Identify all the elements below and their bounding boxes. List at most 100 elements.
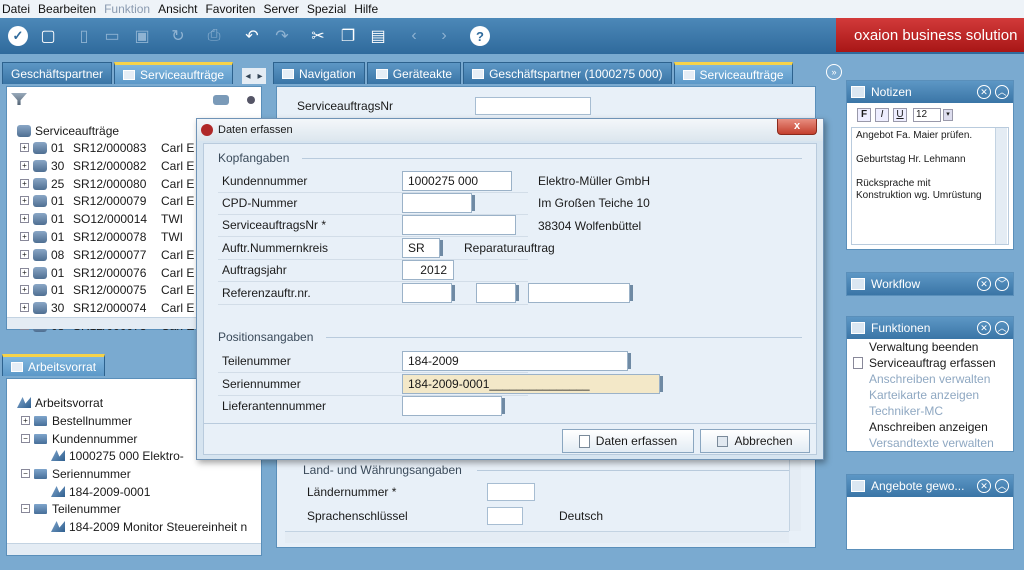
close-icon[interactable]: ✕ (977, 85, 991, 99)
menu-bearbeiten[interactable]: Bearbeiten (38, 2, 96, 16)
tree-leaf-customer[interactable]: 1000275 000 Elektro- (51, 447, 184, 464)
tree-root[interactable]: Serviceaufträge (17, 122, 119, 139)
collapse-icon[interactable]: − (21, 469, 30, 478)
tree-leaf-serial[interactable]: 184-2009-0001 (51, 483, 150, 500)
tab-serviceauftraege[interactable]: Serviceaufträge (114, 62, 234, 84)
country-number-field[interactable] (487, 483, 535, 501)
tab-scroll-left-icon[interactable]: ◂ (242, 68, 254, 84)
collapse-icon[interactable]: ︿ (995, 479, 1009, 493)
save-icon[interactable]: ▣ (130, 24, 154, 48)
tab-geschaeftspartner[interactable]: Geschäftspartner (2, 62, 113, 84)
order-year-input[interactable]: 2012 (402, 260, 454, 280)
reference-order-input-2[interactable] (476, 283, 519, 303)
menu-funktion[interactable]: Funktion (104, 2, 150, 16)
cancel-button[interactable]: Abbrechen (700, 429, 810, 453)
cut-icon[interactable]: ✂ (306, 24, 330, 48)
tree-node-teilenummer[interactable]: − Teilenummer (21, 500, 121, 517)
close-button[interactable]: x (777, 119, 817, 135)
expand-icon[interactable]: ﹀ (995, 277, 1009, 291)
workqueue-root[interactable]: Arbeitsvorrat (17, 394, 103, 411)
expand-icon[interactable]: + (20, 250, 29, 259)
close-icon[interactable]: ✕ (977, 321, 991, 335)
expand-icon[interactable]: + (20, 179, 29, 188)
new-doc-icon[interactable]: ▯ (72, 24, 96, 48)
fn-verwaltung-beenden[interactable]: Verwaltung beenden (847, 339, 1013, 355)
expand-icon[interactable]: + (20, 214, 29, 223)
redo-icon[interactable]: ↷ (270, 24, 294, 48)
open-icon[interactable]: ▭ (100, 24, 124, 48)
service-order-number-input[interactable] (402, 215, 516, 235)
language-key-field[interactable] (487, 507, 523, 525)
tree-row[interactable]: +01 SR12/000079 Carl E (20, 192, 196, 209)
fn-serviceauftrag-erfassen[interactable]: Serviceauftrag erfassen (847, 355, 1013, 371)
expand-icon[interactable]: + (20, 232, 29, 241)
collapse-sidebar-icon[interactable]: » (826, 64, 842, 80)
font-size-select[interactable]: 12 (913, 108, 941, 122)
fn-anschreiben-anzeigen[interactable]: Anschreiben anzeigen (847, 419, 1013, 435)
fn-techniker-mc[interactable]: Techniker-MC (847, 403, 1013, 419)
workflow-header[interactable]: Workflow ✕ ﹀ (847, 273, 1013, 295)
menu-favoriten[interactable]: Favoriten (205, 2, 255, 16)
dialog-titlebar[interactable]: Daten erfassen (197, 119, 823, 141)
ok-icon[interactable]: ✓ (6, 24, 30, 48)
tab-scroll-right-icon[interactable]: ▸ (254, 68, 266, 84)
serial-number-input[interactable]: 184-2009-0001_______________ (402, 374, 663, 394)
undo-icon[interactable]: ↶ (240, 24, 264, 48)
chevron-down-icon[interactable]: ▾ (943, 109, 953, 121)
tree-row[interactable]: +25 SR12/000080 Carl E (20, 175, 196, 192)
expand-icon[interactable]: + (20, 268, 29, 277)
notes-text[interactable]: Angebot Fa. Maier prüfen. Geburtstag Hr.… (851, 127, 1009, 245)
expand-icon[interactable]: + (20, 196, 29, 205)
help-icon[interactable]: ? (468, 24, 492, 48)
expand-icon[interactable]: + (20, 285, 29, 294)
menu-server[interactable]: Server (263, 2, 298, 16)
reference-order-input-1[interactable] (402, 283, 455, 303)
italic-button[interactable]: I (875, 108, 889, 122)
cpd-number-input[interactable] (402, 193, 475, 213)
fn-anschreiben-verwalten[interactable]: Anschreiben verwalten (847, 371, 1013, 387)
refresh-tree-icon[interactable] (213, 95, 229, 105)
tree-leaf-part[interactable]: 184-2009 Monitor Steuereinheit n (51, 518, 261, 535)
tree-row[interactable]: +01 SR12/000076 Carl E (20, 264, 196, 281)
tree-node-bestellnummer[interactable]: + Bestellnummer (21, 412, 132, 429)
tab-arbeitsvorrat[interactable]: Arbeitsvorrat (2, 354, 106, 376)
underline-button[interactable]: U (893, 108, 907, 122)
menu-hilfe[interactable]: Hilfe (354, 2, 378, 16)
menu-ansicht[interactable]: Ansicht (158, 2, 197, 16)
collapse-icon[interactable]: − (21, 504, 30, 513)
collapse-icon[interactable]: ︿ (995, 85, 1009, 99)
collapse-icon[interactable]: − (21, 434, 30, 443)
form-horizontal-scrollbar[interactable] (285, 531, 789, 543)
expand-icon[interactable]: + (20, 143, 29, 152)
order-number-field[interactable] (475, 97, 591, 115)
workqueue-horizontal-scrollbar[interactable] (7, 543, 261, 555)
close-icon[interactable]: ✕ (977, 479, 991, 493)
tree-row[interactable]: +01 SR12/000075 Carl E (20, 281, 196, 298)
tree-row[interactable]: +30 SR12/000074 Carl E (20, 299, 196, 316)
expand-icon[interactable]: + (20, 161, 29, 170)
customer-number-input[interactable]: 1000275 000 (402, 171, 512, 191)
forward-icon[interactable]: › (432, 24, 456, 48)
filter-icon[interactable] (11, 93, 27, 105)
tree-node-seriennummer[interactable]: − Seriennummer (21, 465, 131, 482)
notes-scrollbar[interactable] (995, 128, 1007, 244)
fn-versandtexte-verwalten[interactable]: Versandtexte verwalten (847, 435, 1013, 451)
tab-navigation[interactable]: Navigation (273, 62, 365, 84)
menu-datei[interactable]: Datei (2, 2, 30, 16)
supplier-number-input[interactable] (402, 396, 505, 416)
close-icon[interactable]: ✕ (977, 277, 991, 291)
confirm-button[interactable]: Daten erfassen (562, 429, 694, 453)
pin-icon[interactable] (247, 96, 255, 104)
fn-karteikarte-anzeigen[interactable]: Karteikarte anzeigen (847, 387, 1013, 403)
paste-icon[interactable]: ▤ (366, 24, 390, 48)
tree-row[interactable]: +30 SR12/000082 Carl E (20, 157, 196, 174)
print-icon[interactable]: ⎙ (202, 24, 226, 48)
menu-spezial[interactable]: Spezial (307, 2, 346, 16)
tree-row[interactable]: +01 SR12/000078 TWI (20, 228, 196, 245)
refresh-icon[interactable]: ↻ (166, 24, 190, 48)
tab-serviceauftraege-detail[interactable]: Serviceaufträge (673, 62, 793, 84)
tree-row[interactable]: +01 SR12/000083 Carl E (20, 139, 196, 156)
expand-icon[interactable]: + (20, 303, 29, 312)
tree-row[interactable]: +08 SR12/000077 Carl E (20, 246, 196, 263)
new-window-icon[interactable]: ▢ (36, 24, 60, 48)
